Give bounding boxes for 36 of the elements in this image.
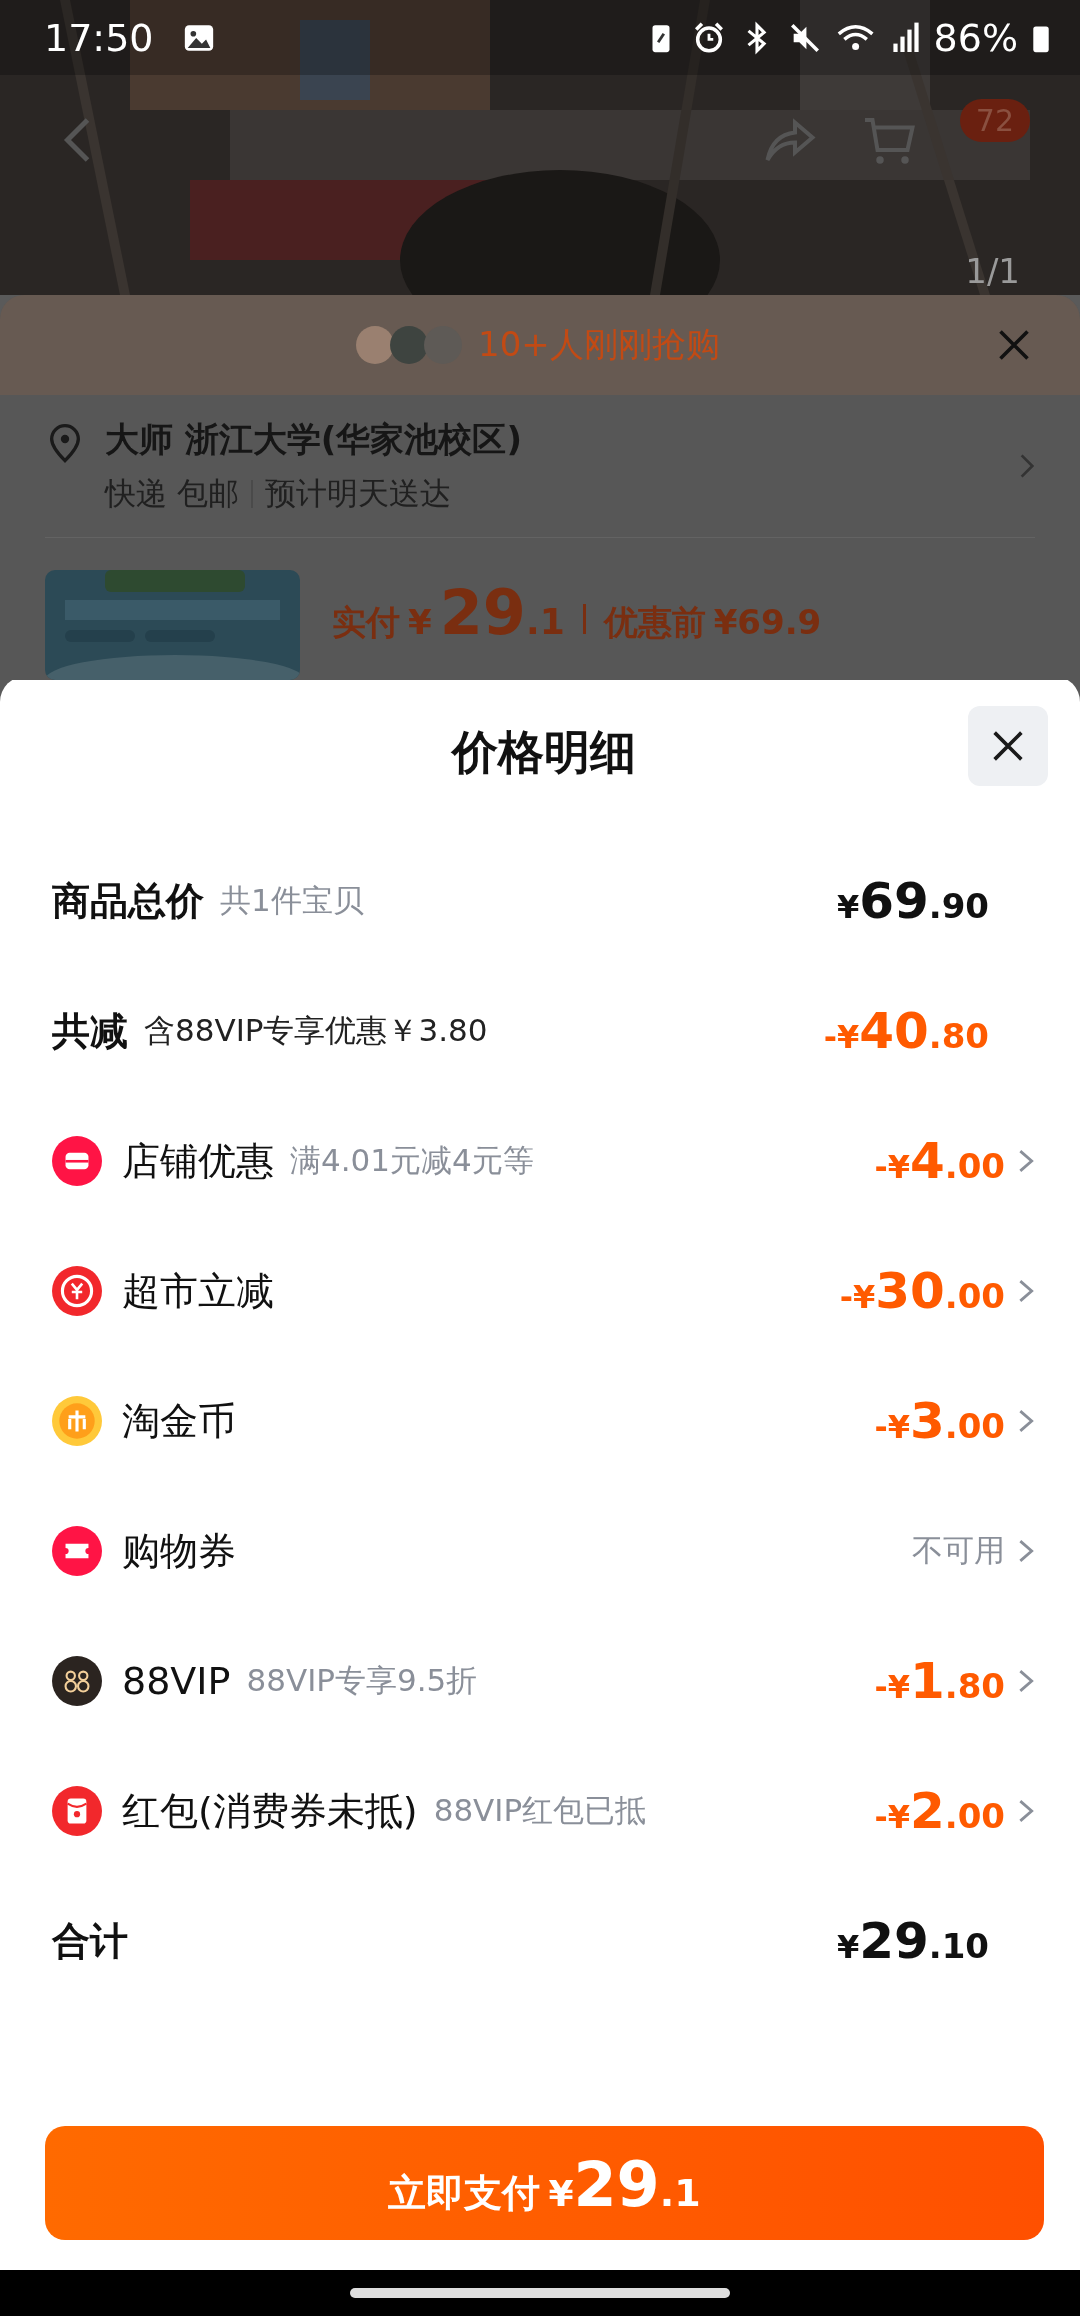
reduction-note: 含88VIP专享优惠￥3.80: [144, 1011, 488, 1050]
discount-label: 店铺优惠: [122, 1137, 274, 1185]
original-price: ¥69.9: [713, 602, 822, 642]
reduction-label: 共减: [52, 1007, 128, 1055]
discount-label: 超市立减: [122, 1267, 274, 1315]
buyers-text: 10+人刚刚抢购: [478, 323, 720, 366]
image-counter: 1/1: [965, 251, 1020, 291]
discount-label: 红包(消费券未抵): [122, 1787, 418, 1835]
battery-level: 86%: [933, 15, 1018, 60]
discount-note: 88VIP专享9.5折: [246, 1661, 478, 1700]
discount-amount[interactable]: -¥4.00: [874, 1132, 1005, 1190]
discount-amount[interactable]: -¥2.00: [874, 1782, 1005, 1840]
currency-sign: ¥: [408, 602, 432, 642]
discount-status[interactable]: 不可用: [912, 1530, 1005, 1572]
delivery-address[interactable]: 大师 浙江大学(华家池校区): [105, 417, 1019, 463]
discount-note: 88VIP红包已抵: [433, 1791, 647, 1830]
sheet-title: 价格明细: [451, 724, 636, 781]
original-price-label: 优惠前: [603, 601, 706, 644]
discount-label: 淘金币: [122, 1397, 236, 1445]
discount-note: 满4.01元减4元等: [290, 1141, 534, 1180]
discount-label: 购物券: [122, 1527, 236, 1575]
paid-price: 29.1: [439, 576, 565, 649]
pay-now-button[interactable]: 立即支付 ¥29.1: [45, 2126, 1044, 2240]
total-label: 商品总价: [52, 877, 204, 925]
reduction-amount: -¥40.80: [823, 1002, 989, 1060]
total-price: ¥69.90: [836, 872, 989, 930]
discount-amount[interactable]: -¥3.00: [874, 1392, 1005, 1450]
discount-label: 88VIP: [122, 1659, 231, 1703]
discount-amount[interactable]: -¥1.80: [874, 1652, 1005, 1710]
sum-amount: ¥29.10: [836, 1912, 989, 1970]
item-count: 共1件宝贝: [220, 881, 364, 920]
shipping-method: 快递 包邮: [105, 474, 239, 513]
sum-label: 合计: [52, 1917, 128, 1965]
status-time: 17:50: [44, 15, 154, 60]
discount-amount[interactable]: -¥30.00: [839, 1262, 1005, 1320]
paid-label: 实付: [332, 601, 400, 644]
